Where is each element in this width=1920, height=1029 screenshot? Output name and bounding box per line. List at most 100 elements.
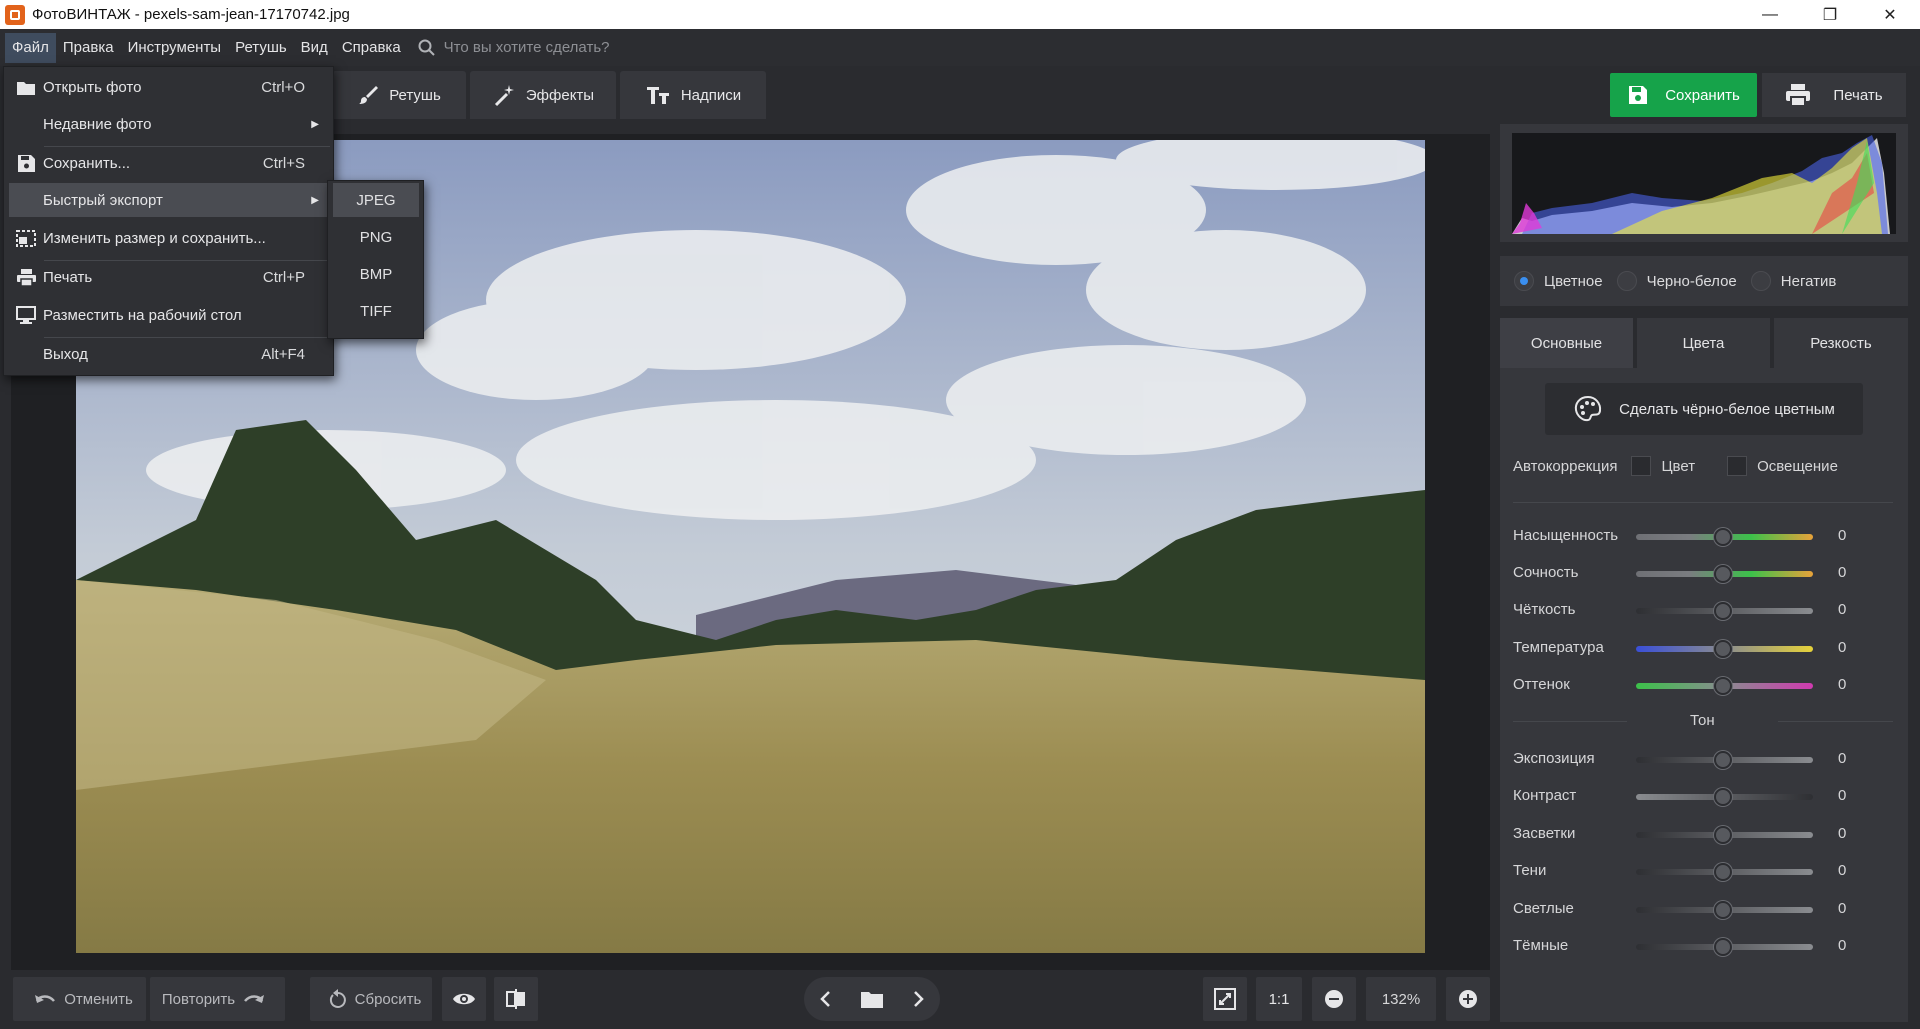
menu-retouch[interactable]: Ретушь — [228, 33, 294, 63]
resize-icon — [16, 229, 36, 247]
slider-exposure[interactable]: Экспозиция 0 — [1513, 748, 1893, 770]
slider-darks[interactable]: Тёмные 0 — [1513, 935, 1893, 957]
preview-button[interactable] — [442, 977, 486, 1021]
menu-edit[interactable]: Правка — [56, 33, 121, 63]
printer-icon — [16, 268, 36, 286]
radio-bw[interactable]: Черно-белое — [1616, 271, 1737, 291]
zoom-out-button[interactable] — [1312, 977, 1356, 1021]
brush-icon — [359, 86, 379, 104]
export-bmp[interactable]: BMP — [333, 257, 419, 291]
menu-item-recent-photos[interactable]: Недавние фото ▶ — [9, 107, 329, 141]
zoom-level: 132% — [1366, 977, 1436, 1021]
auto-color-checkbox[interactable] — [1631, 456, 1652, 476]
maximize-button[interactable]: ❐ — [1800, 0, 1860, 29]
radio-color[interactable]: Цветное — [1514, 271, 1603, 291]
slider-temperature[interactable]: Температура 0 — [1513, 637, 1893, 659]
plus-icon — [1459, 990, 1477, 1008]
auto-light-checkbox[interactable] — [1727, 456, 1748, 476]
histogram — [1512, 133, 1896, 234]
fit-screen-button[interactable] — [1203, 977, 1247, 1021]
undo-button[interactable]: Отменить — [13, 977, 146, 1021]
tab-label: Ретушь — [389, 86, 441, 104]
folder-icon — [17, 81, 35, 95]
close-button[interactable]: ✕ — [1860, 0, 1920, 29]
radio-dot-icon — [1514, 271, 1534, 291]
file-menu: Открыть фото Ctrl+O Недавние фото ▶ Сохр… — [3, 66, 334, 376]
tab-retouch[interactable]: Ретушь — [332, 71, 466, 119]
zoom-in-button[interactable] — [1446, 977, 1490, 1021]
slider-contrast[interactable]: Контраст 0 — [1513, 785, 1893, 807]
menu-item-print[interactable]: Печать Ctrl+P — [9, 260, 329, 294]
minimize-button[interactable]: — — [1740, 0, 1800, 29]
slider-thumb[interactable] — [1714, 863, 1732, 881]
slider-thumb[interactable] — [1714, 751, 1732, 769]
slider-tint[interactable]: Оттенок 0 — [1513, 674, 1893, 696]
navigation-pill — [804, 977, 940, 1021]
redo-button[interactable]: Повторить — [150, 977, 285, 1021]
slider-thumb[interactable] — [1714, 788, 1732, 806]
slider-thumb[interactable] — [1714, 826, 1732, 844]
slider-shadows[interactable]: Тени 0 — [1513, 860, 1893, 882]
radio-dot-icon — [1616, 271, 1637, 291]
slider-highlights[interactable]: Засветки 0 — [1513, 823, 1893, 845]
compare-icon — [506, 989, 525, 1009]
text-icon — [646, 87, 669, 104]
compare-button[interactable] — [494, 977, 538, 1021]
app-logo-icon — [5, 4, 25, 25]
slider-thumb[interactable] — [1714, 640, 1732, 658]
window-title: ФотоВИНТАЖ - pexels-sam-jean-17170742.jp… — [32, 6, 350, 23]
quick-export-submenu: JPEG PNG BMP TIFF — [327, 180, 424, 339]
menu-help[interactable]: Справка — [335, 33, 408, 63]
slider-thumb[interactable] — [1714, 565, 1732, 583]
fit-screen-icon — [1214, 988, 1236, 1010]
palette-icon — [1575, 395, 1602, 422]
radio-negative[interactable]: Негатив — [1750, 271, 1836, 291]
slider-vibrance[interactable]: Сочность 0 — [1513, 562, 1893, 584]
menu-tools[interactable]: Инструменты — [121, 33, 229, 63]
command-search[interactable]: Что вы хотите сделать? — [418, 39, 609, 57]
slider-thumb[interactable] — [1714, 901, 1732, 919]
chevron-right-icon[interactable] — [913, 990, 925, 1008]
slider-thumb[interactable] — [1714, 938, 1732, 956]
slider-thumb[interactable] — [1714, 677, 1732, 695]
menu-item-set-wallpaper[interactable]: Разместить на рабочий стол — [9, 298, 329, 332]
slider-thumb[interactable] — [1714, 602, 1732, 620]
save-button[interactable]: Сохранить — [1610, 73, 1757, 117]
menu-item-save[interactable]: Сохранить... Ctrl+S — [9, 146, 329, 180]
slider-saturation[interactable]: Насыщенность 0 — [1513, 525, 1893, 547]
menu-file[interactable]: Файл — [5, 32, 56, 63]
undo-icon — [35, 995, 56, 1003]
tab-text[interactable]: Надписи — [620, 71, 766, 119]
autocorrection-label: Автокоррекция — [1513, 457, 1618, 475]
redo-icon — [244, 995, 265, 1003]
tab-colors[interactable]: Цвета — [1637, 318, 1770, 368]
print-button[interactable]: Печать — [1762, 73, 1906, 117]
colorize-bw-button[interactable]: Сделать чёрно-белое цветным — [1545, 383, 1863, 435]
menu-item-resize-save[interactable]: Изменить размер и сохранить... — [9, 221, 329, 255]
slider-clarity[interactable]: Чёткость 0 — [1513, 599, 1893, 621]
reset-button[interactable]: Сбросить — [310, 977, 432, 1021]
menu-bar: Файл Правка Инструменты Ретушь Вид Справ… — [0, 29, 1920, 66]
export-jpeg[interactable]: JPEG — [333, 183, 419, 217]
tab-effects[interactable]: Эффекты — [470, 71, 616, 119]
chevron-left-icon[interactable] — [819, 990, 831, 1008]
submenu-arrow-icon: ▶ — [311, 194, 319, 206]
slider-thumb[interactable] — [1714, 528, 1732, 546]
tab-sharpness[interactable]: Резкость — [1774, 318, 1908, 368]
slider-lights[interactable]: Светлые 0 — [1513, 898, 1893, 920]
reset-icon — [329, 989, 346, 1008]
radio-dot-icon — [1750, 271, 1771, 291]
export-png[interactable]: PNG — [333, 220, 419, 254]
tab-basic[interactable]: Основные — [1500, 318, 1633, 368]
menu-view[interactable]: Вид — [294, 33, 335, 63]
adjust-tabs: Основные Цвета Резкость — [1500, 318, 1908, 368]
submenu-arrow-icon: ▶ — [311, 118, 319, 130]
actual-size-button[interactable]: 1:1 — [1256, 977, 1302, 1021]
save-icon — [1629, 86, 1648, 104]
eye-icon — [453, 993, 475, 1005]
export-tiff[interactable]: TIFF — [333, 294, 419, 328]
menu-item-open-photo[interactable]: Открыть фото Ctrl+O — [9, 70, 329, 104]
folder-icon[interactable] — [861, 990, 883, 1008]
menu-item-quick-export[interactable]: Быстрый экспорт ▶ — [9, 183, 329, 217]
menu-item-exit[interactable]: Выход Alt+F4 — [9, 337, 329, 371]
